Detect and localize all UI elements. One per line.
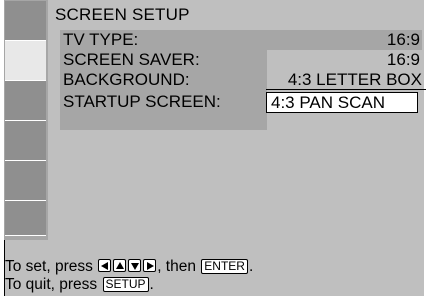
hint-text: , then	[157, 258, 196, 275]
menu-item-background[interactable]: BACKGROUND: 4:3 LETTER BOX	[60, 70, 422, 89]
setup-category-icon[interactable]	[5, 121, 46, 161]
menu-item-tv-type[interactable]: TV TYPE: 16:9	[60, 30, 422, 49]
menu-item-startup-screen[interactable]: STARTUP SCREEN:	[60, 92, 267, 111]
menu-item-label: SCREEN SAVER:	[63, 50, 200, 69]
menu-item-label: STARTUP SCREEN:	[63, 92, 221, 111]
option-underline	[266, 89, 426, 90]
menu-item-value: 4:3 LETTER BOX	[287, 70, 422, 89]
category-column	[5, 1, 47, 236]
screen-setup-icon[interactable]	[5, 41, 46, 81]
menu-item-value: 16:9	[386, 50, 420, 69]
arrow-down-key-icon	[128, 259, 142, 272]
arrow-left-key-icon	[98, 259, 112, 272]
quit-instruction: To quit, press SETUP.	[5, 276, 154, 294]
hint-text: .	[248, 258, 254, 275]
menu-item-label: BACKGROUND:	[63, 70, 190, 89]
hint-text: .	[149, 276, 154, 293]
menu-item-value: 16:9	[386, 30, 420, 49]
arrow-right-key-icon	[143, 259, 157, 272]
screen: SCREEN SETUP TV TYPE: 16:9 SCREEN SAVER:…	[0, 0, 426, 300]
setup-category-icon[interactable]	[5, 201, 46, 236]
selected-option: 4:3 PAN SCAN	[271, 93, 386, 112]
enter-key: ENTER	[201, 259, 248, 274]
menu-item-screen-saver[interactable]: SCREEN SAVER: 16:9	[60, 50, 422, 69]
hint-text: To quit, press	[5, 276, 98, 293]
setup-category-icon[interactable]	[5, 161, 46, 201]
help-footer: To set, press , then ENTER. To quit, pre…	[5, 240, 424, 296]
set-instruction: To set, press , then ENTER.	[5, 258, 253, 276]
setup-category-icon[interactable]	[5, 81, 46, 121]
menu-item-label: TV TYPE:	[63, 30, 139, 49]
option-dropdown[interactable]: 4:3 PAN SCAN	[266, 92, 418, 113]
setup-category-icon[interactable]	[5, 1, 46, 41]
page-title: SCREEN SETUP	[55, 5, 190, 24]
setup-key: SETUP	[102, 277, 149, 292]
hint-text: To set, press	[5, 258, 93, 275]
arrow-up-key-icon	[113, 259, 127, 272]
